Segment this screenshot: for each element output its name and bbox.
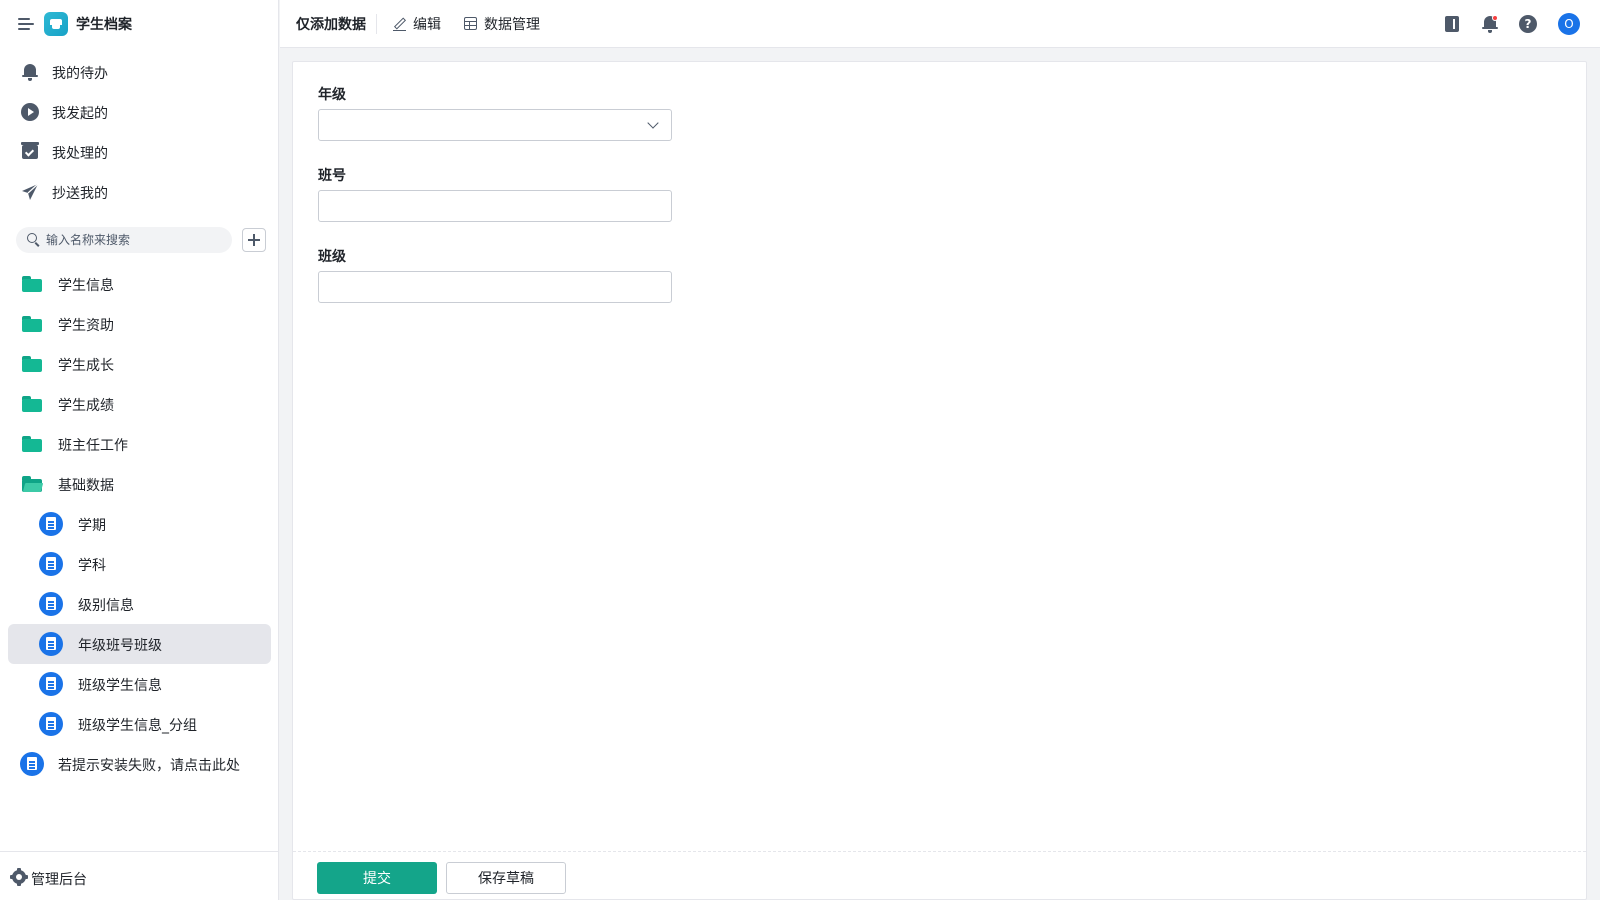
edit-button-label: 编辑 bbox=[413, 17, 441, 33]
tree-item-label: 若提示安装失败，请点击此处 bbox=[58, 758, 240, 774]
form-footer: 提交 保存草稿 bbox=[293, 851, 1586, 900]
notification-bell-icon[interactable] bbox=[1481, 15, 1499, 33]
nav-item-label: 抄送我的 bbox=[52, 186, 108, 202]
document-icon bbox=[39, 632, 63, 656]
search-icon bbox=[27, 233, 41, 247]
field-label-class: 班级 bbox=[318, 249, 346, 265]
nav-item-cc[interactable]: 抄送我的 bbox=[8, 172, 271, 212]
tree-item-label: 级别信息 bbox=[78, 598, 134, 614]
table-icon bbox=[464, 17, 477, 30]
document-icon bbox=[39, 672, 63, 696]
sidebar-header: 学生档案 bbox=[0, 0, 279, 48]
tree-item-label: 班级学生信息 bbox=[78, 678, 162, 694]
class-number-field bbox=[318, 190, 672, 222]
document-icon bbox=[20, 752, 44, 776]
form-card: 年级 班号 班级 提交 保存草稿 bbox=[292, 61, 1587, 900]
help-icon[interactable]: ? bbox=[1519, 15, 1537, 33]
document-icon bbox=[39, 552, 63, 576]
topbar: 仅添加数据 编辑 数据管理 ? O bbox=[280, 0, 1600, 48]
sidebar: 学生档案 我的待办 我发起的 我处理的 抄送我的 学生信息 bbox=[0, 0, 279, 900]
tree-folder-student-grades[interactable]: 学生成绩 bbox=[8, 384, 271, 424]
add-button[interactable] bbox=[242, 228, 266, 252]
avatar[interactable]: O bbox=[1558, 13, 1580, 35]
nav-item-handled[interactable]: 我处理的 bbox=[8, 132, 271, 172]
folder-icon bbox=[22, 316, 42, 332]
save-draft-button[interactable]: 保存草稿 bbox=[446, 862, 566, 894]
nav-item-todo[interactable]: 我的待办 bbox=[8, 52, 271, 92]
menu-toggle-icon[interactable] bbox=[18, 16, 34, 32]
search-box bbox=[16, 227, 232, 253]
tree-folder-student-info[interactable]: 学生信息 bbox=[8, 264, 271, 304]
tree-form-level-info[interactable]: 级别信息 bbox=[8, 584, 271, 624]
send-icon bbox=[21, 183, 39, 201]
folder-icon bbox=[22, 436, 42, 452]
edit-button[interactable]: 编辑 bbox=[393, 14, 443, 34]
tree-form-class-students-group[interactable]: 班级学生信息_分组 bbox=[8, 704, 271, 744]
folder-icon bbox=[22, 396, 42, 412]
field-label-class-number: 班号 bbox=[318, 168, 346, 184]
document-icon bbox=[39, 592, 63, 616]
data-manage-button-label: 数据管理 bbox=[484, 17, 540, 33]
tree-item-label: 学生信息 bbox=[58, 278, 114, 294]
class-input[interactable] bbox=[319, 272, 671, 302]
tree-item-label: 年级班号班级 bbox=[78, 638, 162, 654]
app-root: 学生档案 我的待办 我发起的 我处理的 抄送我的 学生信息 bbox=[0, 0, 1600, 900]
bell-icon bbox=[21, 63, 39, 81]
data-manage-button[interactable]: 数据管理 bbox=[464, 14, 544, 34]
tree-folder-basic-data[interactable]: 基础数据 bbox=[8, 464, 271, 504]
class-field bbox=[318, 271, 672, 303]
nav-item-label: 我发起的 bbox=[52, 106, 108, 122]
tree-folder-student-growth[interactable]: 学生成长 bbox=[8, 344, 271, 384]
app-title: 学生档案 bbox=[76, 17, 132, 33]
class-number-input[interactable] bbox=[319, 191, 671, 221]
topbar-divider bbox=[376, 14, 377, 34]
sidebar-footer: 管理后台 bbox=[0, 851, 279, 900]
grade-select[interactable] bbox=[318, 109, 672, 141]
tree-form-class-students[interactable]: 班级学生信息 bbox=[8, 664, 271, 704]
tree-form-semester[interactable]: 学期 bbox=[8, 504, 271, 544]
folder-icon bbox=[22, 276, 42, 292]
folder-open-icon bbox=[22, 476, 44, 492]
book-icon[interactable] bbox=[1443, 15, 1461, 33]
gear-icon bbox=[10, 868, 28, 886]
grade-select-value[interactable] bbox=[319, 110, 671, 140]
nav-item-label: 我的待办 bbox=[52, 66, 108, 82]
tree-form-install-help[interactable]: 若提示安装失败，请点击此处 bbox=[8, 744, 271, 784]
nav-item-label: 我处理的 bbox=[52, 146, 108, 162]
tree-item-label: 学生成绩 bbox=[58, 398, 114, 414]
submit-button[interactable]: 提交 bbox=[317, 862, 437, 894]
app-logo-icon bbox=[44, 12, 68, 36]
tree-form-grade-class[interactable]: 年级班号班级 bbox=[8, 624, 271, 664]
tree-item-label: 班主任工作 bbox=[58, 438, 128, 454]
tree-item-label: 学科 bbox=[78, 558, 106, 574]
play-circle-icon bbox=[21, 103, 39, 121]
check-box-icon bbox=[21, 142, 39, 161]
tree-item-label: 班级学生信息_分组 bbox=[78, 718, 197, 734]
pencil-icon bbox=[393, 17, 407, 32]
tree-folder-head-teacher[interactable]: 班主任工作 bbox=[8, 424, 271, 464]
folder-icon bbox=[22, 356, 42, 372]
tree-item-label: 学生资助 bbox=[58, 318, 114, 334]
nav-item-initiated[interactable]: 我发起的 bbox=[8, 92, 271, 132]
admin-console-label: 管理后台 bbox=[31, 872, 87, 888]
tree-folder-student-aid[interactable]: 学生资助 bbox=[8, 304, 271, 344]
search-input[interactable] bbox=[46, 230, 226, 250]
tree-form-subject[interactable]: 学科 bbox=[8, 544, 271, 584]
form-name: 仅添加数据 bbox=[296, 17, 366, 33]
document-icon bbox=[39, 712, 63, 736]
field-label-grade: 年级 bbox=[318, 87, 346, 103]
document-icon bbox=[39, 512, 63, 536]
tree-item-label: 学生成长 bbox=[58, 358, 114, 374]
tree-item-label: 基础数据 bbox=[58, 478, 114, 494]
tree-item-label: 学期 bbox=[78, 518, 106, 534]
